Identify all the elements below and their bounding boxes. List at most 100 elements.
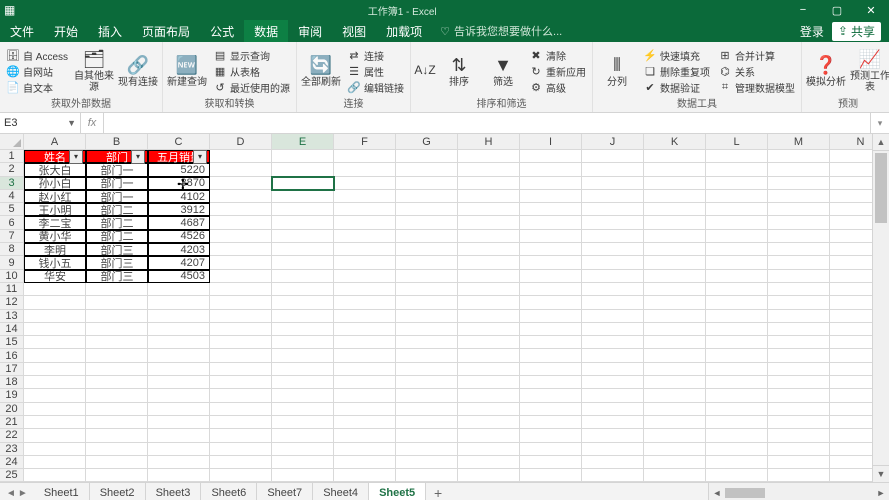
cell-I17[interactable]	[520, 363, 582, 376]
cell-I11[interactable]	[520, 283, 582, 296]
cell-I18[interactable]	[520, 376, 582, 389]
cell-J12[interactable]	[582, 296, 644, 309]
scroll-up-button[interactable]: ▲	[873, 134, 889, 151]
filter-button[interactable]: ▼筛选	[483, 46, 523, 96]
connections-button[interactable]: ⇄连接	[345, 48, 406, 63]
cell-H25[interactable]	[458, 469, 520, 482]
nav-prev-icon[interactable]: ◄	[6, 488, 16, 499]
cell-I9[interactable]	[520, 256, 582, 269]
column-header-J[interactable]: J	[582, 134, 644, 150]
cell-M12[interactable]	[768, 296, 830, 309]
cell-F23[interactable]	[334, 443, 396, 456]
cell-H18[interactable]	[458, 376, 520, 389]
cell-I15[interactable]	[520, 336, 582, 349]
cell-E8[interactable]	[272, 243, 334, 256]
cell-I13[interactable]	[520, 310, 582, 323]
sheet-tab-sheet6[interactable]: Sheet6	[201, 483, 257, 500]
column-header-B[interactable]: B	[86, 134, 148, 150]
cell-E3[interactable]	[272, 177, 334, 190]
column-header-M[interactable]: M	[768, 134, 830, 150]
cell-G5[interactable]	[396, 203, 458, 216]
tell-me-search[interactable]: ♡ 告诉我您想要做什么...	[440, 20, 562, 42]
cell-F8[interactable]	[334, 243, 396, 256]
cell-M21[interactable]	[768, 416, 830, 429]
cell-M5[interactable]	[768, 203, 830, 216]
from-table-button[interactable]: ▦从表格	[211, 64, 292, 79]
column-header-G[interactable]: G	[396, 134, 458, 150]
cell-L2[interactable]	[706, 163, 768, 176]
cell-I6[interactable]	[520, 216, 582, 229]
cell-I22[interactable]	[520, 429, 582, 442]
cell-H19[interactable]	[458, 389, 520, 402]
cell-J9[interactable]	[582, 256, 644, 269]
cell-E13[interactable]	[272, 310, 334, 323]
tab-addins[interactable]: 加载项	[376, 20, 432, 42]
cell-M24[interactable]	[768, 456, 830, 469]
cell-I8[interactable]	[520, 243, 582, 256]
cell-H14[interactable]	[458, 323, 520, 336]
cell-A19[interactable]	[24, 389, 86, 402]
column-header-F[interactable]: F	[334, 134, 396, 150]
cell-M22[interactable]	[768, 429, 830, 442]
cell-C14[interactable]	[148, 323, 210, 336]
maximize-button[interactable]: ▢	[823, 1, 851, 19]
cell-G21[interactable]	[396, 416, 458, 429]
cell-G15[interactable]	[396, 336, 458, 349]
cell-A12[interactable]	[24, 296, 86, 309]
cell-M6[interactable]	[768, 216, 830, 229]
cell-L12[interactable]	[706, 296, 768, 309]
cell-H9[interactable]	[458, 256, 520, 269]
column-header-D[interactable]: D	[210, 134, 272, 150]
cell-D17[interactable]	[210, 363, 272, 376]
cell-D16[interactable]	[210, 349, 272, 362]
cell-L20[interactable]	[706, 403, 768, 416]
from-access-button[interactable]: 🗄自 Access	[4, 48, 70, 63]
sheet-nav[interactable]: ◄ ►	[0, 488, 34, 499]
row-header-22[interactable]: 22	[0, 429, 24, 442]
cell-M25[interactable]	[768, 469, 830, 482]
cell-H12[interactable]	[458, 296, 520, 309]
table-data-cell[interactable]: 部门三	[86, 270, 148, 283]
formula-input[interactable]	[104, 113, 870, 133]
cell-L3[interactable]	[706, 177, 768, 190]
column-header-E[interactable]: E	[272, 134, 334, 150]
table-data-cell[interactable]: 4503	[148, 270, 210, 283]
cell-F21[interactable]	[334, 416, 396, 429]
cell-I10[interactable]	[520, 270, 582, 283]
cell-L14[interactable]	[706, 323, 768, 336]
cell-G17[interactable]	[396, 363, 458, 376]
from-other-sources-button[interactable]: 🗂自其他来源	[74, 46, 114, 96]
cell-F2[interactable]	[334, 163, 396, 176]
cell-A17[interactable]	[24, 363, 86, 376]
cell-K7[interactable]	[644, 230, 706, 243]
table-data-cell[interactable]: 华安	[24, 270, 86, 283]
cell-D19[interactable]	[210, 389, 272, 402]
row-header-14[interactable]: 14	[0, 323, 24, 336]
existing-connections-button[interactable]: 🔗现有连接	[118, 46, 158, 96]
vscroll-thumb[interactable]	[875, 153, 887, 223]
cell-G4[interactable]	[396, 190, 458, 203]
cell-I21[interactable]	[520, 416, 582, 429]
close-button[interactable]: ✕	[857, 1, 885, 19]
formula-expand-button[interactable]: ▾	[870, 113, 889, 133]
cell-C12[interactable]	[148, 296, 210, 309]
row-header-20[interactable]: 20	[0, 403, 24, 416]
row-header-15[interactable]: 15	[0, 336, 24, 349]
tab-insert[interactable]: 插入	[88, 20, 132, 42]
cell-F3[interactable]	[334, 177, 396, 190]
cell-G3[interactable]	[396, 177, 458, 190]
cell-C11[interactable]	[148, 283, 210, 296]
cell-I20[interactable]	[520, 403, 582, 416]
cell-J18[interactable]	[582, 376, 644, 389]
cell-L1[interactable]	[706, 150, 768, 163]
cell-F9[interactable]	[334, 256, 396, 269]
cell-B16[interactable]	[86, 349, 148, 362]
cell-M10[interactable]	[768, 270, 830, 283]
tab-file[interactable]: 文件	[0, 20, 44, 42]
cell-E11[interactable]	[272, 283, 334, 296]
cell-M14[interactable]	[768, 323, 830, 336]
cell-D21[interactable]	[210, 416, 272, 429]
cell-K20[interactable]	[644, 403, 706, 416]
cell-D24[interactable]	[210, 456, 272, 469]
cell-J25[interactable]	[582, 469, 644, 482]
